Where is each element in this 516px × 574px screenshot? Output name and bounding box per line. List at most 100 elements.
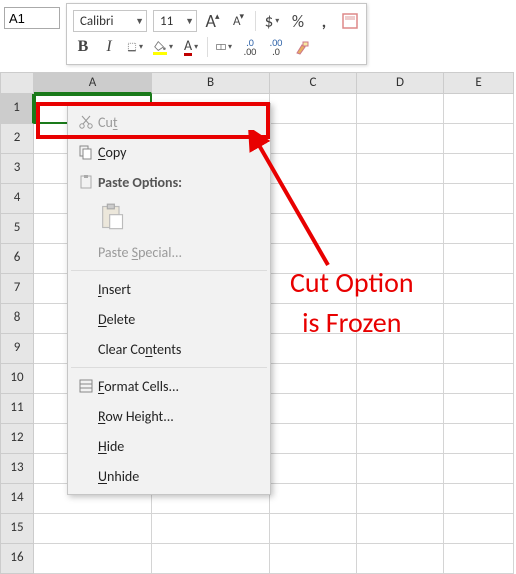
row-header[interactable]: 12: [0, 424, 34, 454]
row-header[interactable]: 15: [0, 514, 34, 544]
font-size-select[interactable]: 11 ▼: [153, 10, 197, 32]
menu-hide[interactable]: Hide: [68, 431, 270, 461]
cell[interactable]: [444, 364, 514, 394]
cell[interactable]: [444, 304, 514, 334]
row-header[interactable]: 7: [0, 274, 34, 304]
cell[interactable]: [152, 544, 270, 574]
menu-unhide[interactable]: Unhide: [68, 461, 270, 491]
row-header[interactable]: 5: [0, 214, 34, 244]
chevron-down-icon: ▾: [169, 42, 173, 52]
column-header[interactable]: C: [270, 72, 357, 94]
column-header[interactable]: D: [357, 72, 444, 94]
cell[interactable]: [270, 514, 357, 544]
cell[interactable]: [357, 184, 444, 214]
cell[interactable]: [357, 124, 444, 154]
font-size-value: 11: [160, 14, 173, 29]
menu-clear-contents[interactable]: Clear Contents: [68, 334, 270, 364]
row-header[interactable]: 4: [0, 184, 34, 214]
cell[interactable]: [444, 514, 514, 544]
percent-format-button[interactable]: %: [288, 10, 308, 32]
row-header[interactable]: 9: [0, 334, 34, 364]
cell[interactable]: [270, 124, 357, 154]
cell[interactable]: [270, 184, 357, 214]
menu-copy[interactable]: Copy: [68, 137, 270, 167]
menu-format-cells[interactable]: Format Cells...: [68, 371, 270, 401]
row-header[interactable]: 16: [0, 544, 34, 574]
chevron-down-icon: ▾: [275, 16, 279, 26]
row-header[interactable]: 14: [0, 484, 34, 514]
conditional-format-icon[interactable]: [340, 10, 360, 32]
cell[interactable]: [34, 544, 152, 574]
format-painter-button[interactable]: [292, 36, 312, 58]
cell[interactable]: [357, 424, 444, 454]
font-color-button[interactable]: A ▾: [181, 36, 201, 58]
cell[interactable]: [444, 424, 514, 454]
cell[interactable]: [34, 514, 152, 544]
currency-format-button[interactable]: $▾: [262, 10, 282, 32]
cell[interactable]: [270, 544, 357, 574]
cell[interactable]: [444, 184, 514, 214]
cell[interactable]: [357, 94, 444, 124]
cell[interactable]: [357, 214, 444, 244]
row-header[interactable]: 3: [0, 154, 34, 184]
cell[interactable]: [444, 94, 514, 124]
menu-label: Paste Special...: [98, 244, 182, 261]
comma-format-button[interactable]: ,: [314, 10, 334, 32]
menu-insert[interactable]: Insert: [68, 274, 270, 304]
cell[interactable]: [444, 544, 514, 574]
cell[interactable]: [357, 484, 444, 514]
column-header[interactable]: E: [444, 72, 514, 94]
column-header[interactable]: A: [34, 72, 152, 94]
decrease-decimal-button[interactable]: .00 .0: [266, 36, 286, 58]
increase-decimal-button[interactable]: .0 .00: [240, 36, 260, 58]
cell[interactable]: [357, 394, 444, 424]
cell[interactable]: [357, 364, 444, 394]
row-header[interactable]: 13: [0, 454, 34, 484]
bold-button[interactable]: B: [73, 36, 93, 58]
border-button[interactable]: ▾: [125, 36, 145, 58]
cell[interactable]: [270, 214, 357, 244]
name-box[interactable]: [4, 7, 60, 29]
cell[interactable]: [270, 484, 357, 514]
cell[interactable]: [444, 244, 514, 274]
merge-button[interactable]: ▾: [214, 36, 234, 58]
cell[interactable]: [444, 274, 514, 304]
select-all-corner[interactable]: [0, 72, 34, 94]
menu-label: Copy: [98, 144, 126, 161]
row-header[interactable]: 2: [0, 124, 34, 154]
cell[interactable]: [444, 484, 514, 514]
format-cells-icon: [74, 378, 98, 394]
cell[interactable]: [357, 154, 444, 184]
cell[interactable]: [444, 394, 514, 424]
cell[interactable]: [270, 364, 357, 394]
font-family-select[interactable]: Calibri ▼: [73, 10, 147, 32]
decrease-font-button[interactable]: A▾: [229, 10, 249, 32]
cell[interactable]: [444, 154, 514, 184]
row-header[interactable]: 6: [0, 244, 34, 274]
cell[interactable]: [270, 454, 357, 484]
cell[interactable]: [444, 214, 514, 244]
cell[interactable]: [152, 514, 270, 544]
cell[interactable]: [270, 394, 357, 424]
column-header[interactable]: B: [152, 72, 270, 94]
row-header[interactable]: 8: [0, 304, 34, 334]
fill-color-button[interactable]: ▾: [151, 36, 175, 58]
cell[interactable]: [357, 454, 444, 484]
menu-row-height[interactable]: Row Height...: [68, 401, 270, 431]
cell[interactable]: [270, 424, 357, 454]
cell[interactable]: [444, 124, 514, 154]
cell[interactable]: [270, 154, 357, 184]
cell[interactable]: [357, 514, 444, 544]
italic-button[interactable]: I: [99, 36, 119, 58]
row-header[interactable]: 11: [0, 394, 34, 424]
menu-paste-options-header: Paste Options:: [68, 167, 270, 197]
cell[interactable]: [357, 544, 444, 574]
cell[interactable]: [444, 454, 514, 484]
scissors-icon: [74, 114, 98, 130]
row-header[interactable]: 1: [0, 94, 34, 124]
row-header[interactable]: 10: [0, 364, 34, 394]
cell[interactable]: [444, 334, 514, 364]
menu-delete[interactable]: Delete: [68, 304, 270, 334]
cell[interactable]: [270, 94, 357, 124]
increase-font-button[interactable]: A▴: [203, 10, 223, 32]
